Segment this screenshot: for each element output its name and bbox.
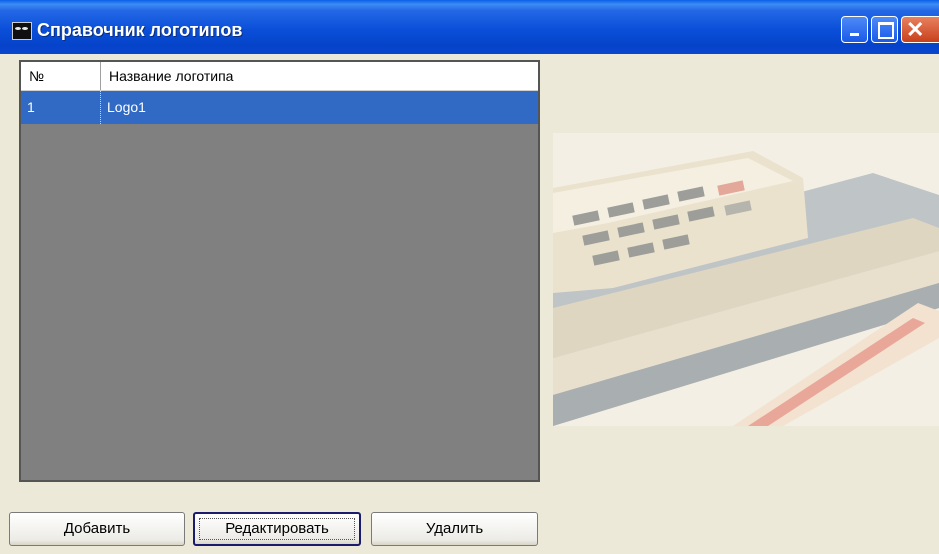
close-button[interactable]: ✕	[901, 16, 939, 43]
minimize-icon	[850, 33, 859, 36]
minimize-button[interactable]	[841, 16, 868, 43]
cell-number: 1	[21, 91, 101, 124]
decorative-image-calculator-notebook	[553, 133, 939, 426]
app-icon	[12, 22, 32, 40]
logo-directory-window: Справочник логотипов ✕ № Название логоти…	[0, 0, 939, 554]
title-bar[interactable]: Справочник логотипов ✕	[0, 0, 939, 54]
table-row[interactable]: 1 Logo1	[21, 91, 538, 124]
edit-button-label: Редактировать	[225, 520, 329, 537]
delete-button[interactable]: Удалить	[371, 512, 538, 546]
window-title: Справочник логотипов	[37, 20, 243, 40]
logo-list[interactable]: № Название логотипа 1 Logo1	[19, 60, 540, 482]
list-header: № Название логотипа	[21, 62, 538, 91]
maximize-button[interactable]	[871, 16, 898, 43]
add-button[interactable]: Добавить	[9, 512, 185, 546]
edit-button[interactable]: Редактировать	[193, 512, 361, 546]
close-icon: ✕	[906, 17, 925, 42]
cell-logo-name: Logo1	[107, 99, 146, 115]
column-header-logo-name[interactable]: Название логотипа	[101, 62, 538, 90]
column-header-number[interactable]: №	[21, 62, 101, 90]
maximize-icon	[878, 22, 894, 39]
